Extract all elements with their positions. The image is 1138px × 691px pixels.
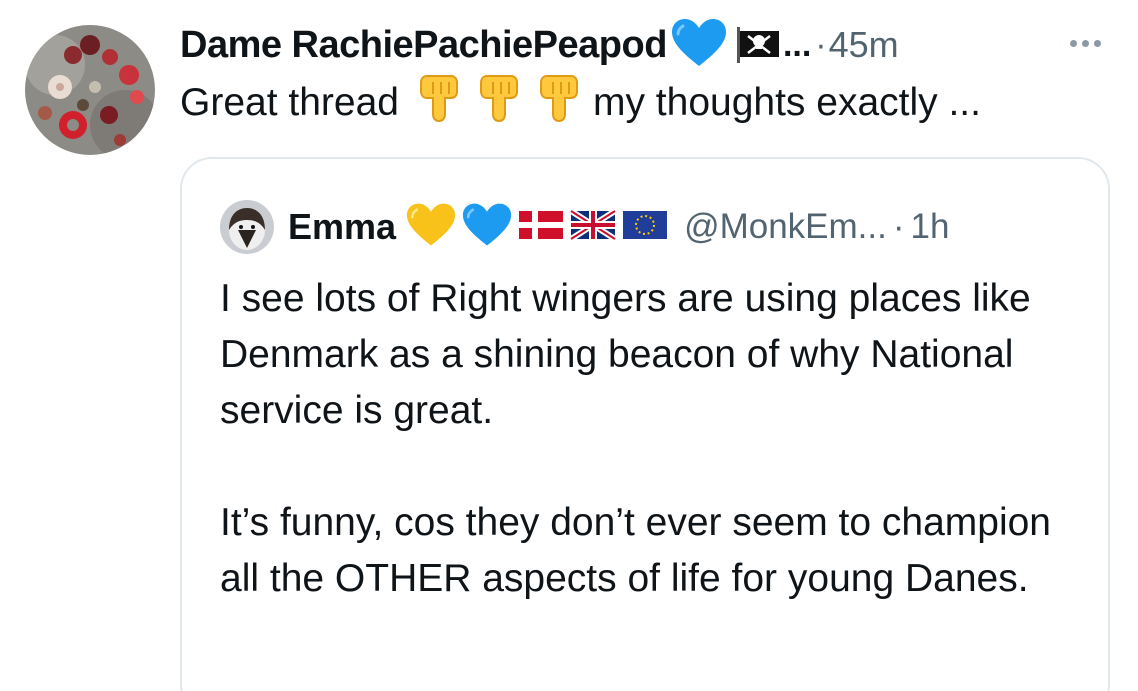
denmark-flag-icon (518, 208, 564, 247)
header-separator: · (815, 25, 827, 64)
pirate-flag-icon (735, 25, 781, 65)
avatar-image (25, 25, 155, 155)
yellow-heart-icon (406, 202, 456, 253)
blue-heart-icon (462, 202, 512, 253)
author-display-name[interactable]: Dame RachiePachiePeapod (180, 24, 667, 67)
pointing-down-emoji-icon (537, 74, 581, 132)
quoted-author-avatar[interactable] (220, 200, 274, 254)
quoted-header-separator: · (892, 207, 905, 246)
more-dot-icon (1093, 39, 1101, 47)
quoted-tweet-card[interactable]: Emma @MonkEm... · 1h I see lots of Right… (180, 157, 1110, 691)
tweet-text-start: Great thread (180, 81, 399, 124)
uk-flag-icon (569, 207, 617, 247)
quoted-paragraph-2: It’s funny, cos they don’t ever seem to … (220, 501, 1051, 600)
quoted-author-display-name[interactable]: Emma (288, 206, 396, 248)
tweet-header: Dame RachiePachiePeapod ... · 45m (180, 18, 899, 73)
tweet-text-end: my thoughts exactly ... (592, 81, 981, 124)
more-dot-icon (1081, 39, 1089, 47)
quoted-tweet-header: Emma @MonkEm... · 1h (220, 200, 950, 254)
pointing-down-emoji-icon (477, 74, 521, 132)
more-dot-icon (1069, 39, 1077, 47)
name-truncation: ... (782, 25, 812, 64)
eu-flag-icon (622, 208, 668, 247)
tweet-text: Great thread my thoughts exactly ... (180, 74, 981, 132)
quoted-paragraph-1: I see lots of Right wingers are using pl… (220, 277, 1031, 432)
tweet-timestamp[interactable]: 45m (829, 24, 899, 66)
more-options-button[interactable] (1060, 30, 1110, 56)
quoted-tweet-body: I see lots of Right wingers are using pl… (220, 271, 1090, 607)
quoted-author-handle[interactable]: @MonkEm... (684, 207, 887, 247)
pointing-down-emoji-icon (417, 74, 461, 132)
blue-heart-icon (671, 18, 727, 73)
author-avatar[interactable] (25, 25, 155, 155)
quoted-tweet-timestamp[interactable]: 1h (911, 207, 950, 247)
quoted-author-badges (406, 202, 668, 253)
avatar-image (220, 200, 274, 254)
